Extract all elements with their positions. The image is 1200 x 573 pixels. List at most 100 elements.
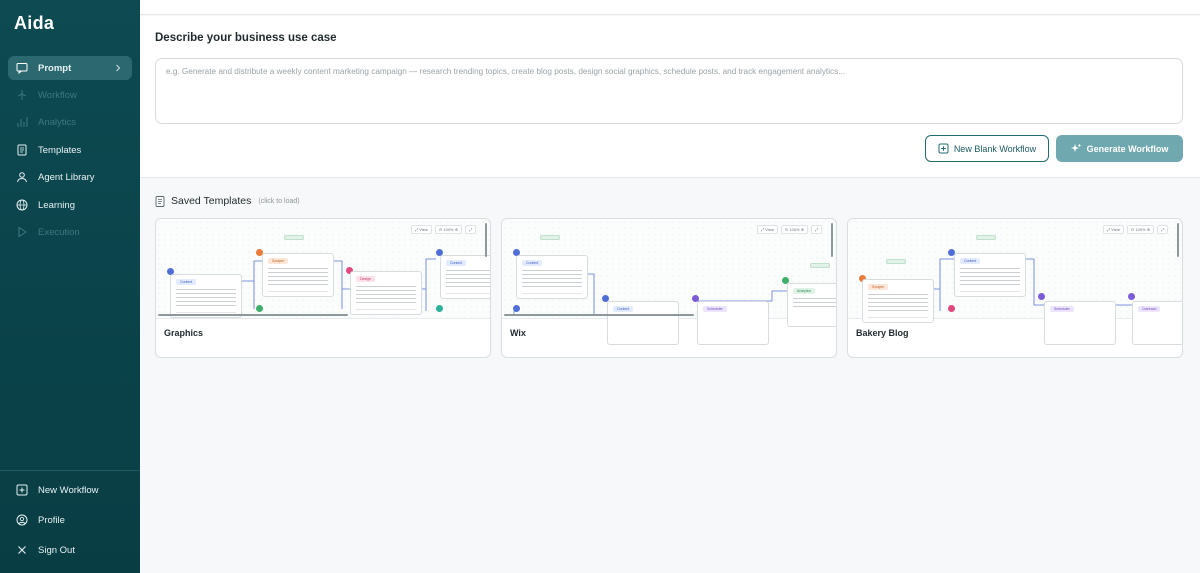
step-dot [1128,293,1135,300]
node-tag: Content [960,258,981,264]
preview-node: Outreach [1132,301,1182,345]
preview-pill [976,235,996,240]
node-tag: Scraper [268,258,289,264]
sidebar-item-label: Prompt [38,62,72,74]
sidebar-item-label: Templates [38,144,82,156]
preview-node: Content [954,253,1026,297]
template-card-wix[interactable]: ⤢ View ⊖ 100% ⊕ ⤢ Content Content Schedule… [501,218,837,358]
template-card-graphics[interactable]: ⤢ View ⊖ 100% ⊕ ⤢ Content Scraper Design C… [155,218,491,358]
workflow-icon [16,89,28,101]
plus-square-icon [16,484,28,496]
preview-node: Content [440,255,490,299]
node-text-lines [356,286,416,304]
node-text-lines [446,270,490,288]
document-icon [16,144,28,156]
sidebar-item-label: Agent Library [38,171,95,183]
sidebar-item-execution: Execution [8,220,132,244]
plus-square-icon [938,143,949,154]
sidebar-item-workflow: Workflow [8,83,132,107]
top-strip [140,0,1200,15]
preview-node: Scheduler [697,301,769,345]
saved-templates-header: Saved Templates (click to load) [155,195,300,207]
preview-scrollbar-horizontal[interactable] [158,313,348,316]
template-name: Graphics [164,328,204,338]
document-icon [155,195,165,207]
step-dot [1038,293,1045,300]
preview-node: Scheduler [1044,301,1116,345]
template-name: Wix [510,328,526,338]
preview-node: Analytics [787,283,836,327]
workflow-preview: ⤢ View ⊖ 100% ⊕ ⤢ Content Content Schedule… [502,219,836,345]
node-footer [868,317,928,318]
node-footer [356,309,416,310]
use-case-textarea[interactable]: e.g. Generate and distribute a weekly co… [155,58,1183,124]
preview-node: Scraper [262,253,334,297]
bar-chart-icon [16,116,28,128]
app-logo: Aida [14,13,55,33]
node-footer [268,291,328,292]
sidebar: Aida Prompt Workflow Analytics Templates… [0,0,140,573]
preview-pill [284,235,304,240]
preview-scrollbar-vertical[interactable] [830,223,833,257]
node-tag: Analytics [793,288,816,294]
node-footer [446,293,490,294]
sidebar-item-agent-library[interactable]: Agent Library [8,165,132,189]
saved-templates-hint: (click to load) [258,197,300,205]
node-tag: Scheduler [703,306,727,312]
sidebar-item-label: Workflow [38,89,77,101]
message-square-icon [16,62,28,74]
main-content: Describe your business use case e.g. Gen… [140,0,1200,573]
workflow-preview: ⤢ View ⊖ 100% ⊕ ⤢ Content Scraper Design C… [156,219,490,319]
preview-scrollbar-vertical[interactable] [484,223,487,257]
agent-icon [16,171,28,183]
node-text-lines [176,289,236,307]
node-text-lines [268,268,328,286]
template-name: Bakery Blog [856,328,909,338]
template-card-bakery-blog[interactable]: ⤢ View ⊖ 100% ⊕ ⤢ Scraper Content Schedule… [847,218,1183,358]
sidebar-item-learning[interactable]: Learning [8,193,132,217]
node-text-lines [960,268,1020,286]
prompt-panel: Describe your business use case e.g. Gen… [140,16,1200,178]
generate-workflow-button[interactable]: Generate Workflow [1056,135,1183,162]
generate-workflow-label: Generate Workflow [1086,143,1169,154]
sidebar-item-label: Execution [38,226,80,238]
sidebar-item-label: Profile [38,514,65,526]
node-tag: Outreach [1138,306,1161,312]
preview-pill [540,235,560,240]
sidebar-item-sign-out[interactable]: Sign Out [8,538,132,562]
sidebar-item-analytics: Analytics [8,110,132,134]
node-footer [522,293,582,294]
new-blank-workflow-label: New Blank Workflow [953,143,1037,154]
preview-scrollbar-vertical[interactable] [1176,223,1179,257]
sidebar-item-label: Analytics [38,116,77,128]
sidebar-item-label: Sign Out [38,544,75,556]
step-dot [513,305,520,312]
preview-pill [810,263,830,268]
user-circle-icon [16,514,28,526]
sidebar-item-prompt[interactable]: Prompt [8,56,132,80]
preview-scrollbar-horizontal[interactable] [504,313,694,316]
node-tag: Scheduler [1050,306,1074,312]
node-tag: Content [446,260,467,266]
sidebar-item-profile[interactable]: Profile [8,508,132,532]
node-text-lines [522,270,582,288]
chevron-right-icon [116,64,121,72]
preview-node: Content [170,274,242,318]
node-text-lines [868,294,928,312]
sidebar-item-label: New Workflow [38,484,99,496]
node-text-lines [793,298,836,308]
prompt-heading: Describe your business use case [155,32,337,44]
step-dot [436,305,443,312]
new-blank-workflow-button[interactable]: New Blank Workflow [925,135,1049,162]
play-icon [16,226,28,238]
node-tag: Content [613,306,634,312]
preview-node: Scraper [862,279,934,323]
sparkles-icon [1070,143,1082,154]
node-footer [960,291,1020,292]
sidebar-item-templates[interactable]: Templates [8,138,132,162]
node-footer [176,312,236,313]
saved-templates-title: Saved Templates [171,195,252,207]
globe-icon [16,199,28,211]
sidebar-item-new-workflow[interactable]: New Workflow [8,478,132,502]
workflow-preview: ⤢ View ⊖ 100% ⊕ ⤢ Scraper Content Schedule… [848,219,1182,345]
